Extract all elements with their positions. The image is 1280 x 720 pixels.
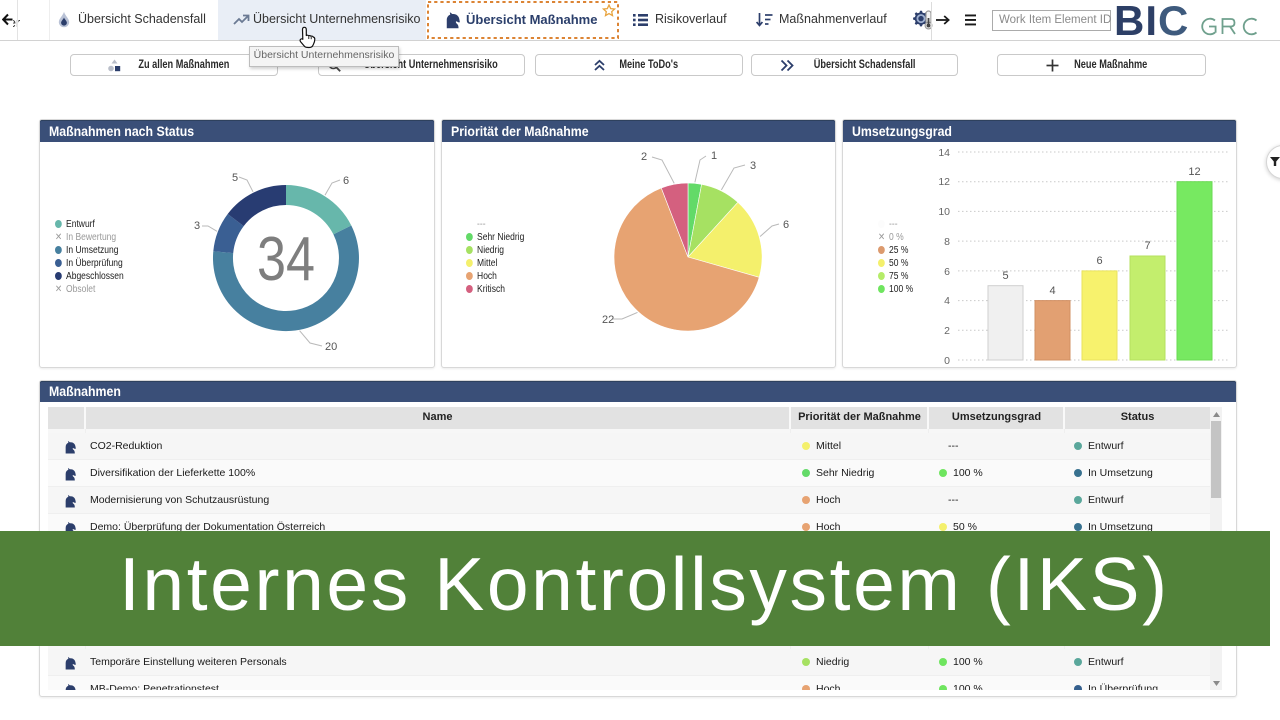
svg-text:3: 3	[194, 220, 200, 232]
svg-text:14: 14	[938, 147, 950, 159]
svg-text:12: 12	[938, 176, 950, 188]
svg-text:0: 0	[944, 355, 950, 367]
svg-text:6: 6	[944, 266, 950, 278]
svg-text:1: 1	[711, 150, 717, 162]
svg-text:BIC: BIC	[1114, 0, 1189, 44]
svg-text:34: 34	[257, 225, 315, 294]
svg-text:5: 5	[1002, 270, 1008, 282]
svg-text:4: 4	[1049, 285, 1055, 297]
svg-text:6: 6	[343, 175, 349, 187]
svg-text:5: 5	[232, 172, 238, 184]
svg-text:20: 20	[325, 341, 337, 353]
svg-text:12: 12	[1188, 166, 1200, 178]
svg-text:10: 10	[938, 206, 950, 218]
svg-text:22: 22	[602, 314, 614, 326]
svg-text:8: 8	[944, 236, 950, 248]
svg-text:4: 4	[944, 295, 950, 307]
svg-text:6: 6	[1096, 255, 1102, 267]
svg-text:2: 2	[641, 151, 647, 163]
svg-text:3: 3	[750, 160, 756, 172]
svg-text:7: 7	[1144, 240, 1150, 252]
svg-text:2: 2	[944, 325, 950, 337]
svg-text:6: 6	[783, 219, 789, 231]
